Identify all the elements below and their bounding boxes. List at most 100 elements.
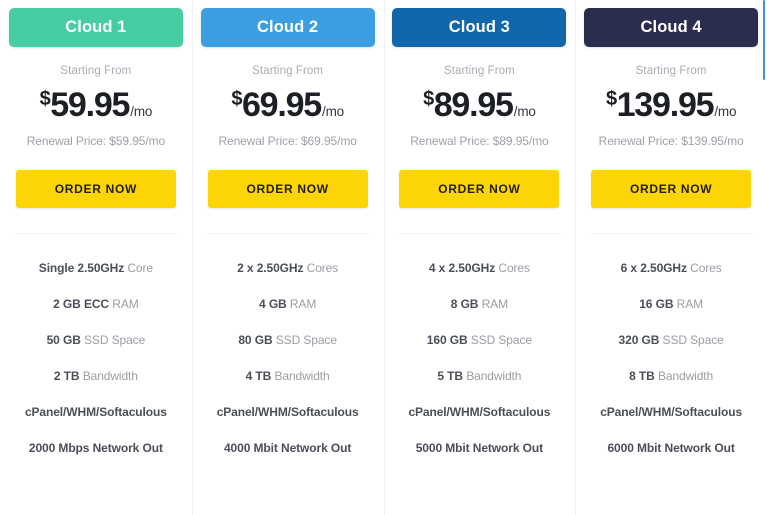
feature-item: 6 x 2.50GHz Cores [621, 261, 722, 275]
renewal-price-label: Renewal Price: $69.95/mo [218, 134, 357, 148]
plan-column: Cloud 1 Starting From $59.95/mo Renewal Pri… [0, 0, 192, 515]
feature-value: 2000 Mbps Network Out [28, 441, 163, 455]
feature-value: 4000 Mbit Network Out [223, 441, 352, 455]
feature-list: 6 x 2.50GHz Cores 16 GB RAM 320 GB SSD Spa… [583, 234, 759, 455]
price-row: $139.95/mo [605, 88, 737, 122]
feature-item: 4000 Mbit Network Out [224, 441, 351, 455]
feature-list: Single 2.50GHz Core 2 GB ECC RAM 50 GB SSD… [8, 234, 184, 455]
plan-column: Cloud 4 Starting From $139.95/mo Renewal Pr… [575, 0, 767, 515]
price-row: $89.95/mo [423, 88, 536, 122]
feature-item: 2 x 2.50GHz Cores [237, 261, 338, 275]
feature-item: cPanel/WHM/Softaculous [217, 405, 359, 419]
price-period: /mo [130, 104, 153, 119]
feature-value: 80 GB [238, 333, 273, 347]
starting-from-label: Starting From [252, 65, 324, 77]
vertical-scrollbar-thumb[interactable] [763, 0, 765, 80]
feature-value: 2 GB ECC [53, 297, 110, 311]
feature-item: 6000 Mbit Network Out [607, 441, 734, 455]
feature-unit: RAM [478, 297, 508, 311]
feature-unit: RAM [673, 297, 704, 311]
feature-unit: SSD Space [467, 333, 532, 347]
feature-item: 2 TB Bandwidth [54, 369, 138, 383]
price-currency-symbol: $ [39, 88, 51, 110]
feature-value: 4 TB [245, 369, 272, 383]
plan-name-header: Cloud 1 [8, 8, 183, 47]
feature-unit: SSD Space [272, 333, 337, 347]
feature-unit: Cores [303, 261, 339, 275]
feature-list: 4 x 2.50GHz Cores 8 GB RAM 160 GB SSD Spac… [392, 234, 568, 455]
feature-value: 16 GB [639, 297, 674, 311]
renewal-price-label: Renewal Price: $59.95/mo [26, 134, 166, 148]
feature-item: 320 GB SSD Space [619, 333, 724, 347]
feature-item: cPanel/WHM/Softaculous [25, 405, 167, 419]
vertical-scrollbar-track[interactable] [762, 0, 767, 515]
price-period: /mo [322, 104, 344, 119]
feature-item: 160 GB SSD Space [427, 333, 532, 347]
starting-from-label: Starting From [635, 65, 707, 77]
feature-value: 4 x 2.50GHz [428, 261, 496, 275]
order-now-button[interactable]: ORDER NOW [207, 170, 368, 208]
feature-value: 320 GB [618, 333, 660, 347]
feature-unit: Bandwidth [462, 369, 522, 383]
pricing-table: Cloud 1 Starting From $59.95/mo Renewal Pri… [0, 0, 767, 515]
feature-item: 5000 Mbit Network Out [416, 441, 543, 455]
feature-unit: Cores [495, 261, 530, 275]
feature-value: 5 TB [437, 369, 463, 383]
feature-value: cPanel/WHM/Softaculous [408, 405, 551, 419]
feature-value: 2 x 2.50GHz [237, 261, 304, 275]
price-period: /mo [714, 104, 737, 119]
feature-list: 2 x 2.50GHz Cores 4 GB RAM 80 GB SSD Space… [200, 234, 376, 455]
feature-value: cPanel/WHM/Softaculous [600, 405, 743, 419]
order-now-button[interactable]: ORDER NOW [399, 170, 560, 208]
feature-item: 8 GB RAM [451, 297, 508, 311]
price-amount: 89.95 [433, 86, 514, 124]
feature-value: 4 GB [259, 297, 287, 311]
feature-value: 5000 Mbit Network Out [415, 441, 543, 455]
feature-item: 4 x 2.50GHz Cores [429, 261, 530, 275]
feature-unit: RAM [286, 297, 317, 311]
feature-value: cPanel/WHM/Softaculous [24, 405, 167, 419]
feature-value: cPanel/WHM/Softaculous [216, 405, 359, 419]
feature-value: 50 GB [46, 333, 81, 347]
price-currency-symbol: $ [231, 88, 242, 110]
plan-name-header: Cloud 2 [200, 8, 375, 47]
feature-value: 2 TB [53, 369, 80, 383]
feature-item: 2 GB ECC RAM [53, 297, 139, 311]
feature-unit: RAM [109, 297, 139, 311]
feature-item: 4 GB RAM [259, 297, 316, 311]
feature-unit: SSD Space [659, 333, 724, 347]
feature-item: 80 GB SSD Space [238, 333, 337, 347]
price-currency-symbol: $ [605, 88, 617, 110]
feature-item: 2000 Mbps Network Out [29, 441, 163, 455]
feature-item: 5 TB Bandwidth [437, 369, 521, 383]
feature-value: Single 2.50GHz [38, 261, 125, 275]
renewal-price-label: Renewal Price: $139.95/mo [598, 134, 744, 148]
feature-unit: Bandwidth [79, 369, 138, 383]
feature-item: 8 TB Bandwidth [629, 369, 713, 383]
feature-value: 8 GB [450, 297, 479, 311]
plan-column: Cloud 3 Starting From $89.95/mo Renewal Pri… [383, 0, 576, 515]
feature-unit: Core [124, 261, 153, 275]
price-amount: 69.95 [241, 86, 322, 124]
plan-name-header: Cloud 3 [392, 8, 567, 47]
feature-item: 4 TB Bandwidth [246, 369, 330, 383]
feature-item: Single 2.50GHz Core [39, 261, 153, 275]
feature-value: 6000 Mbit Network Out [607, 441, 735, 455]
price-amount: 59.95 [50, 86, 130, 124]
feature-item: 16 GB RAM [639, 297, 703, 311]
feature-unit: SSD Space [80, 333, 146, 347]
renewal-price-label: Renewal Price: $89.95/mo [410, 134, 549, 148]
feature-item: 50 GB SSD Space [47, 333, 146, 347]
feature-value: 160 GB [426, 333, 468, 347]
feature-unit: Bandwidth [271, 369, 330, 383]
feature-value: 6 x 2.50GHz [620, 261, 687, 275]
order-now-button[interactable]: ORDER NOW [591, 170, 752, 208]
starting-from-label: Starting From [60, 65, 132, 77]
feature-item: cPanel/WHM/Softaculous [600, 405, 742, 419]
price-currency-symbol: $ [423, 88, 434, 110]
feature-item: cPanel/WHM/Softaculous [408, 405, 550, 419]
price-row: $59.95/mo [40, 88, 153, 122]
order-now-button[interactable]: ORDER NOW [15, 170, 176, 208]
feature-unit: Cores [686, 261, 722, 275]
plan-column: Cloud 2 Starting From $69.95/mo Renewal Pri… [191, 0, 384, 515]
